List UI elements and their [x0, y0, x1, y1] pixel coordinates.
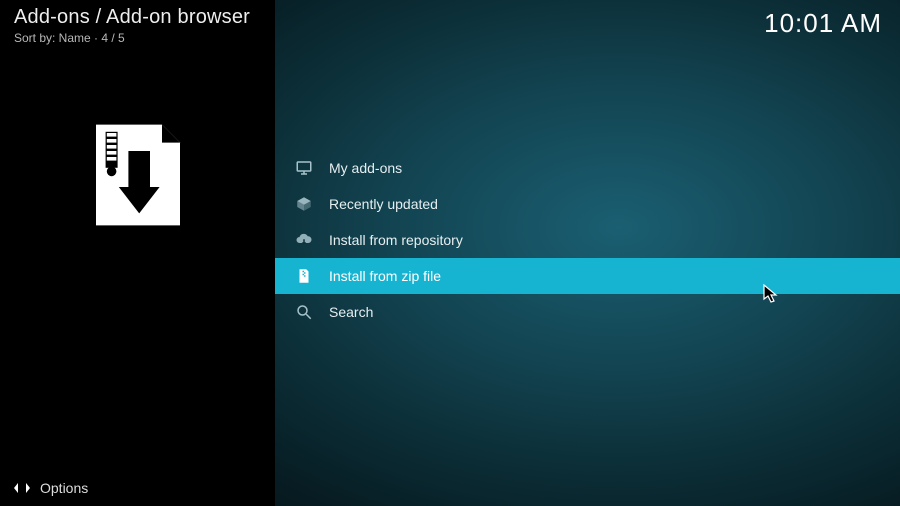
options-button[interactable]: Options [0, 470, 275, 506]
addon-thumbnail [0, 45, 275, 506]
addon-browser-list: My add-ons Recently updated Install from… [275, 150, 900, 330]
list-item-label: Install from repository [329, 232, 463, 248]
sort-line: Sort by: Name · 4 / 5 [14, 31, 261, 45]
monitor-icon [295, 159, 313, 177]
list-item-install-from-zip-file[interactable]: Install from zip file [275, 258, 900, 294]
cloud-download-icon [295, 231, 313, 249]
options-label: Options [40, 480, 88, 496]
list-item-label: Search [329, 304, 373, 320]
zip-download-icon [78, 115, 198, 235]
list-item-search[interactable]: Search [275, 294, 900, 330]
sidebar: Add-ons / Add-on browser Sort by: Name ·… [0, 0, 275, 506]
list-item-label: Install from zip file [329, 268, 441, 284]
list-item-install-from-repository[interactable]: Install from repository [275, 222, 900, 258]
package-open-icon [295, 195, 313, 213]
list-item-my-addons[interactable]: My add-ons [275, 150, 900, 186]
list-item-label: Recently updated [329, 196, 438, 212]
list-item-recently-updated[interactable]: Recently updated [275, 186, 900, 222]
clock: 10:01 AM [764, 8, 882, 39]
list-item-label: My add-ons [329, 160, 402, 176]
search-icon [295, 303, 313, 321]
zip-file-icon [295, 267, 313, 285]
main-panel: 10:01 AM My add-ons Recently updated [275, 0, 900, 506]
breadcrumb: Add-ons / Add-on browser [14, 6, 261, 29]
options-arrows-icon [14, 480, 30, 496]
